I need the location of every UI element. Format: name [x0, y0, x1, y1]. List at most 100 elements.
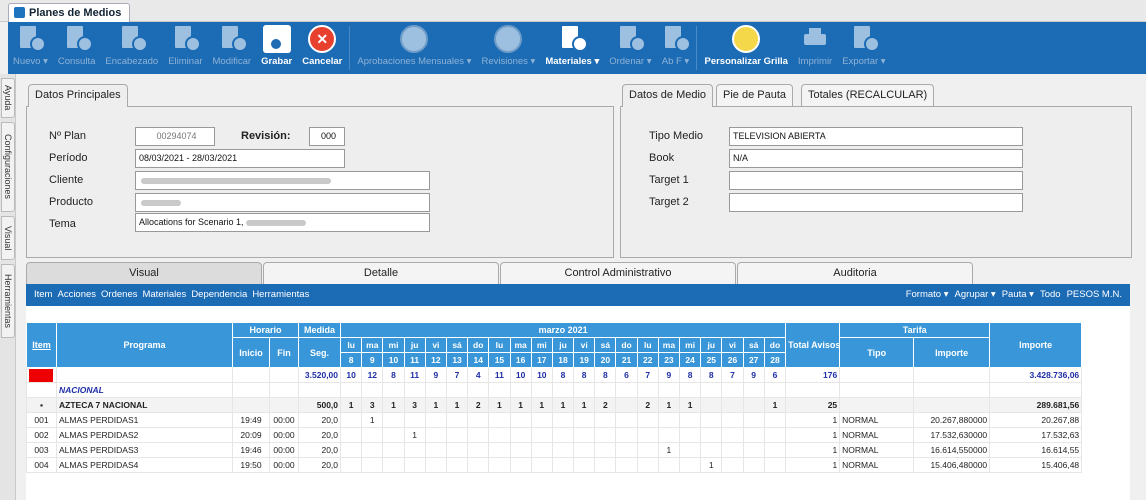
day-cell[interactable] — [509, 457, 532, 473]
day-cell[interactable] — [573, 412, 596, 428]
day-cell[interactable] — [530, 427, 553, 443]
day-cell[interactable] — [615, 442, 638, 458]
day-cell[interactable] — [573, 442, 596, 458]
tab-auditoria[interactable]: Auditoria — [737, 262, 973, 284]
day-cell[interactable]: 1 — [361, 412, 384, 428]
day-cell[interactable] — [679, 442, 702, 458]
side-tab-ayuda[interactable]: Ayuda — [1, 78, 15, 118]
day-cell[interactable] — [742, 442, 765, 458]
grid-menu-materiales[interactable]: Materiales — [142, 284, 186, 306]
day-cell[interactable] — [340, 412, 363, 428]
nuevo-button[interactable]: Nuevo ▾ — [8, 22, 53, 74]
day-cell[interactable] — [382, 457, 405, 473]
aprobaciones-mensuales-button[interactable]: Aprobaciones Mensuales ▾ — [352, 22, 476, 74]
tab-datos-de-medio[interactable]: Datos de Medio — [622, 84, 714, 107]
grid-menu-ordenes[interactable]: Ordenes — [101, 284, 137, 306]
column-tipo[interactable]: Tipo — [839, 337, 915, 368]
target2-field[interactable] — [729, 193, 1023, 212]
column-importe-total[interactable]: Importe — [989, 322, 1083, 368]
day-cell[interactable] — [361, 442, 384, 458]
day-cell[interactable] — [488, 427, 511, 443]
day-cell[interactable] — [763, 427, 787, 443]
tab-control-administrativo[interactable]: Control Administrativo — [500, 262, 736, 284]
day-cell[interactable] — [340, 442, 363, 458]
day-cell[interactable] — [742, 457, 765, 473]
day-cell[interactable] — [636, 442, 659, 458]
day-cell[interactable] — [551, 442, 575, 458]
column-item[interactable]: Item — [26, 322, 57, 368]
day-cell[interactable] — [657, 412, 681, 428]
day-cell[interactable] — [424, 442, 447, 458]
day-cell[interactable] — [594, 412, 617, 428]
column-inicio[interactable]: Inicio — [232, 337, 270, 368]
day-cell[interactable] — [763, 457, 787, 473]
day-cell[interactable] — [615, 457, 638, 473]
day-cell[interactable] — [530, 457, 553, 473]
day-cell[interactable] — [763, 442, 787, 458]
tab-detalle[interactable]: Detalle — [263, 262, 499, 284]
day-cell[interactable] — [467, 412, 490, 428]
tema-field[interactable]: Allocations for Scenario 1, — [135, 213, 430, 232]
day-cell[interactable] — [721, 457, 744, 473]
book-field[interactable]: N/A — [729, 149, 1023, 168]
day-cell[interactable]: 1 — [700, 457, 723, 473]
day-cell[interactable] — [700, 412, 723, 428]
personalizar-grilla-button[interactable]: Personalizar Grilla — [699, 22, 792, 74]
day-cell[interactable] — [424, 457, 447, 473]
table-row[interactable]: 001 ALMAS PERDIDAS1 19:49 00:00 20,0 1 1 NORMAL… — [26, 412, 1083, 428]
revision-field[interactable]: 000 — [309, 127, 345, 146]
periodo-field[interactable]: 08/03/2021 - 28/03/2021 — [135, 149, 345, 168]
day-cell[interactable] — [361, 457, 384, 473]
day-cell[interactable] — [382, 412, 405, 428]
day-cell[interactable] — [403, 412, 426, 428]
day-cell[interactable] — [488, 442, 511, 458]
day-cell[interactable]: 1 — [403, 427, 426, 443]
day-cell[interactable] — [742, 427, 765, 443]
day-cell[interactable] — [445, 457, 469, 473]
revisiones-button[interactable]: Revisiones ▾ — [476, 22, 540, 74]
tab-pie-de-pauta[interactable]: Pie de Pauta — [716, 84, 793, 106]
day-cell[interactable] — [340, 457, 363, 473]
day-cell[interactable] — [721, 427, 744, 443]
grid-menu-acciones[interactable]: Acciones — [57, 284, 96, 306]
day-cell[interactable] — [615, 412, 638, 428]
day-cell[interactable] — [721, 442, 744, 458]
grid-menu-item[interactable]: Item — [34, 284, 52, 306]
day-cell[interactable] — [551, 457, 575, 473]
day-cell[interactable] — [424, 412, 447, 428]
group-toggle[interactable]: ▪ — [26, 397, 57, 413]
day-cell[interactable] — [488, 412, 511, 428]
day-cell[interactable] — [445, 427, 469, 443]
day-cell[interactable] — [467, 427, 490, 443]
day-cell[interactable] — [594, 457, 617, 473]
materiales-button[interactable]: Materiales ▾ — [540, 22, 604, 74]
grid-option-pesos-m-n[interactable]: PESOS M.N. — [1067, 284, 1122, 306]
ordenar-button[interactable]: Ordenar ▾ — [604, 22, 656, 74]
day-cell[interactable] — [382, 427, 405, 443]
tab-totales-recalcular[interactable]: Totales (RECALCULAR) — [801, 84, 935, 106]
day-cell[interactable] — [445, 442, 469, 458]
tab-visual[interactable]: Visual — [26, 262, 262, 284]
day-cell[interactable] — [509, 427, 532, 443]
day-cell[interactable]: 1 — [657, 442, 681, 458]
tab-planes-de-medios[interactable]: Planes de Medios — [8, 3, 131, 22]
day-cell[interactable] — [488, 457, 511, 473]
color-marker-cell[interactable] — [26, 367, 57, 383]
day-cell[interactable] — [615, 427, 638, 443]
day-cell[interactable] — [763, 412, 787, 428]
day-cell[interactable] — [467, 457, 490, 473]
side-tab-configuraciones[interactable]: Configuraciones — [1, 122, 15, 212]
day-cell[interactable] — [700, 442, 723, 458]
cancelar-button[interactable]: Cancelar — [297, 22, 347, 74]
day-cell[interactable] — [551, 412, 575, 428]
grabar-button[interactable]: Grabar — [256, 22, 297, 74]
day-cell[interactable] — [657, 427, 681, 443]
day-cell[interactable] — [679, 412, 702, 428]
day-cell[interactable] — [403, 457, 426, 473]
column-programa[interactable]: Programa — [56, 322, 233, 368]
day-cell[interactable] — [679, 427, 702, 443]
cliente-field[interactable] — [135, 171, 430, 190]
grid-option-agrupar[interactable]: Agrupar ▾ — [955, 284, 996, 306]
day-cell[interactable] — [509, 412, 532, 428]
day-cell[interactable] — [679, 457, 702, 473]
